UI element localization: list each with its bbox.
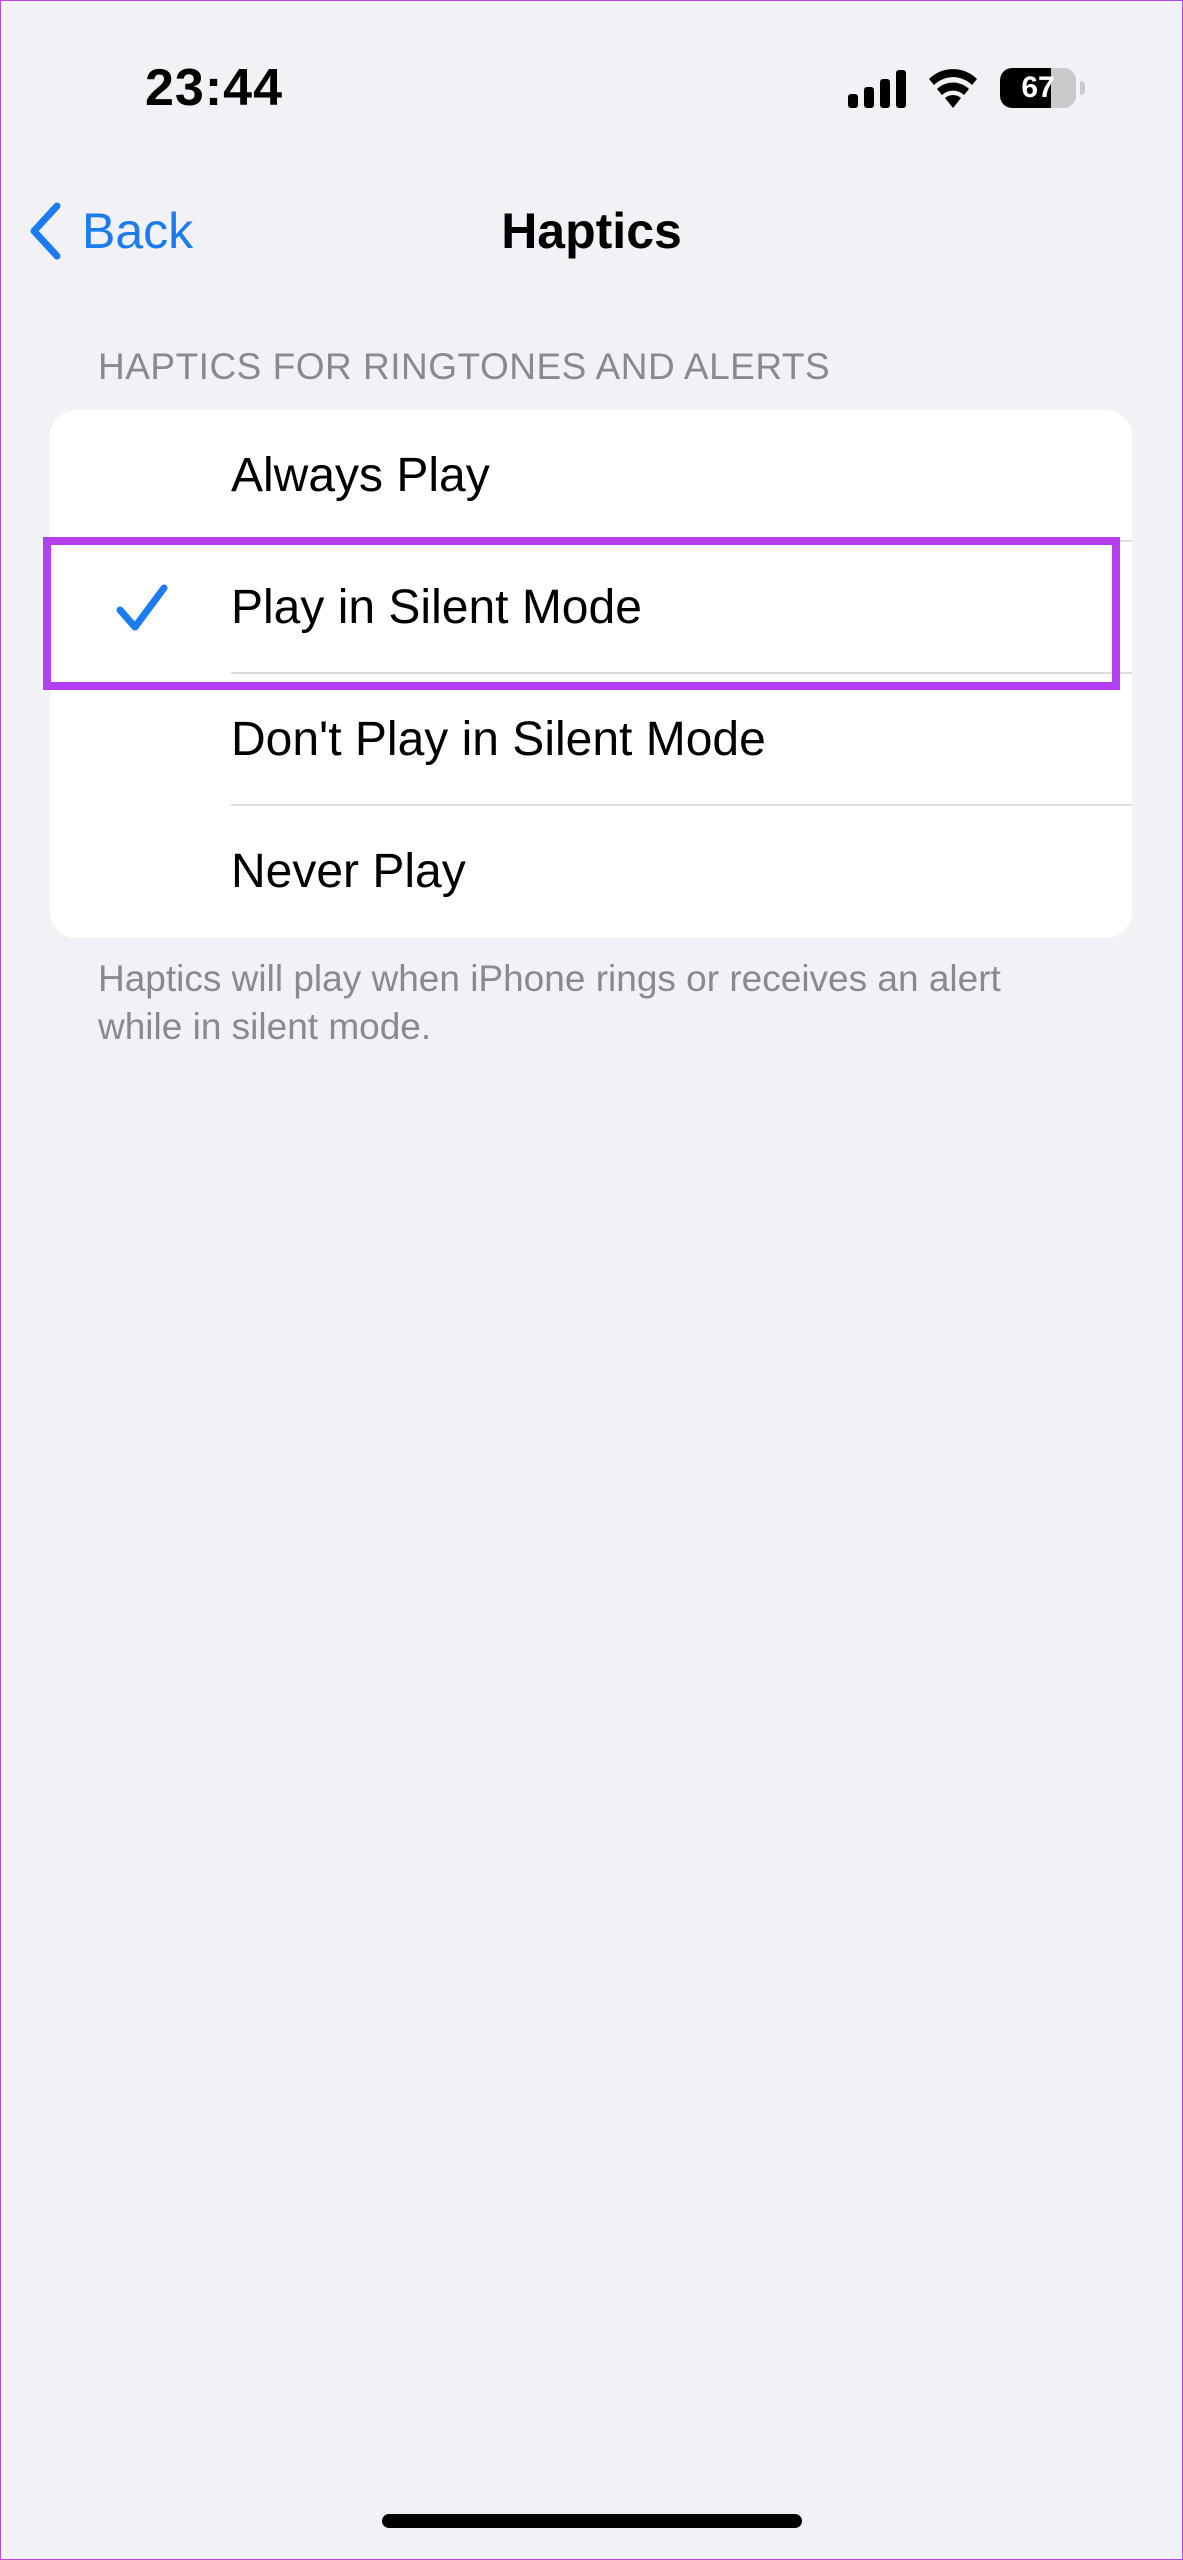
battery-tip [1080, 81, 1085, 95]
battery-body: 67 [1000, 68, 1076, 108]
back-button[interactable]: Back [28, 196, 193, 266]
haptics-options-list: Always Play Play in Silent Mode Don't Pl… [50, 410, 1132, 938]
option-label: Play in Silent Mode [231, 581, 642, 634]
back-button-label: Back [82, 203, 194, 259]
option-play-in-silent-mode[interactable]: Play in Silent Mode [50, 542, 1132, 674]
signal-icon [848, 70, 906, 108]
home-indicator[interactable] [382, 2514, 802, 2528]
checkmark-icon [116, 584, 168, 631]
option-label: Don't Play in Silent Mode [231, 713, 766, 766]
option-label: Always Play [231, 449, 490, 502]
option-never-play[interactable]: Never Play [50, 806, 1132, 938]
section-header: HAPTICS FOR RINGTONES AND ALERTS [98, 346, 831, 387]
battery-icon: 67 [1000, 68, 1085, 108]
status-time: 23:44 [145, 59, 283, 117]
option-dont-play-in-silent-mode[interactable]: Don't Play in Silent Mode [50, 674, 1132, 806]
section-footer: Haptics will play when iPhone rings or r… [98, 958, 1001, 1047]
battery-level: 67 [1021, 71, 1055, 104]
wifi-icon [929, 69, 977, 108]
chevron-left-icon [30, 202, 61, 260]
option-label: Never Play [231, 845, 466, 898]
option-always-play[interactable]: Always Play [50, 410, 1132, 542]
